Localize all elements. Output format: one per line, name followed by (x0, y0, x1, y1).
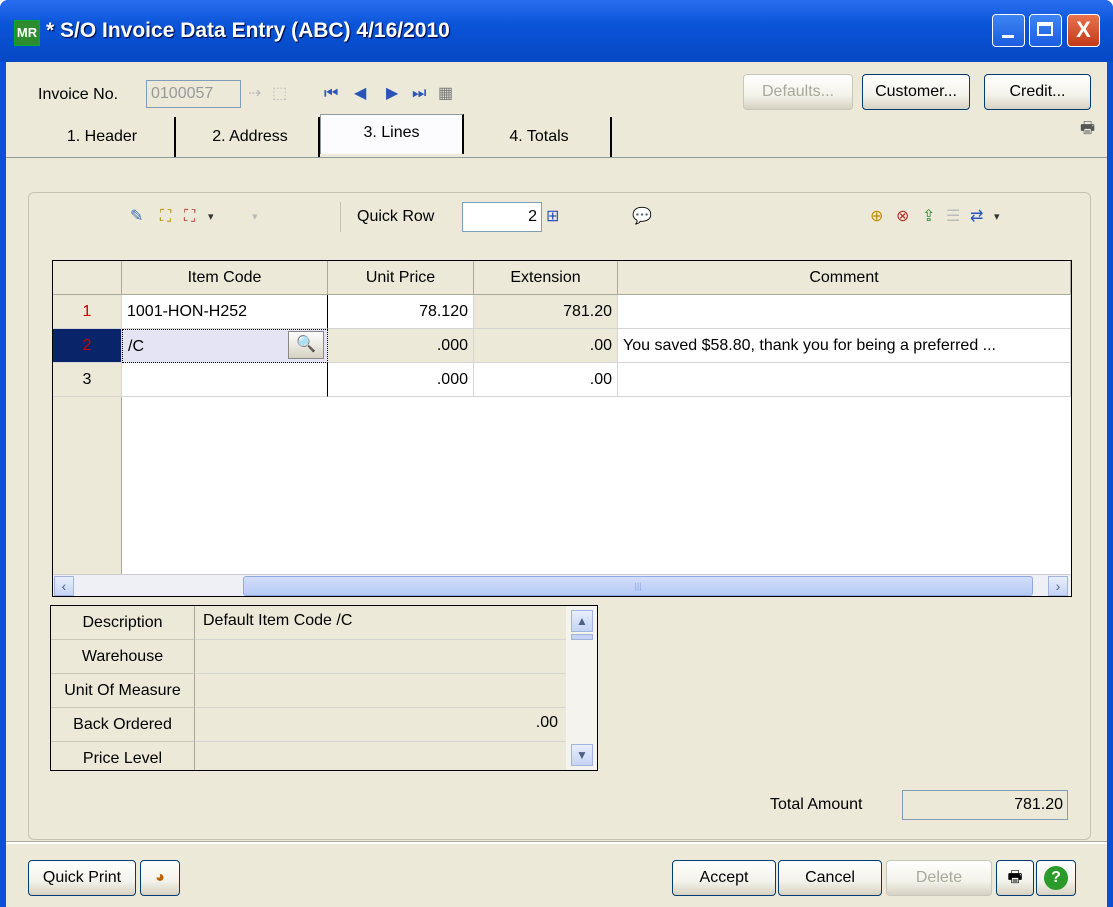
scroll-down-icon[interactable]: ▼ (571, 744, 593, 766)
extension-cell: 781.20 (474, 295, 618, 329)
disabled-dropdown-icon: ▾ (252, 211, 258, 223)
detail-label-back-ordered: Back Ordered (51, 708, 195, 742)
minimize-icon (1002, 35, 1014, 38)
lines-grid[interactable]: Item Code Unit Price Extension Comment 1… (52, 260, 1072, 597)
next-number-icon[interactable]: ⇢ (248, 84, 261, 104)
find-dropdown-icon[interactable]: ▾ (208, 207, 214, 227)
invoice-no-field[interactable]: 0100057 (146, 80, 241, 108)
item-lookup-icon[interactable]: 🔍 (288, 331, 324, 359)
edit-icon[interactable]: ✎ (130, 207, 143, 227)
window-client: Invoice No. 0100057 ⇢ ⬚ ⏮ ◀ ▶ ⏭ ▦ Defaul… (6, 62, 1107, 907)
maximize-button[interactable] (1029, 14, 1062, 47)
comment-cell[interactable] (618, 363, 1071, 397)
tab-totals[interactable]: 4. Totals (468, 117, 612, 157)
item-code-cell[interactable]: 1001-HON-H252 (122, 295, 328, 329)
detail-value-price-level (195, 742, 566, 770)
detail-value-description: Default Item Code /C (195, 606, 566, 640)
unit-price-cell[interactable]: .000 (328, 363, 474, 397)
delete-button[interactable]: Delete (886, 860, 992, 896)
detail-label-description: Description (51, 606, 195, 640)
row-number[interactable]: 3 (53, 363, 122, 397)
line-details-panel: Description Default Item Code /C Warehou… (50, 605, 598, 771)
close-button[interactable]: X (1067, 14, 1100, 47)
previous-record-icon[interactable]: ◀ (354, 84, 366, 104)
tab-divider (6, 157, 1107, 158)
details-scroll-thumb[interactable] (571, 634, 593, 640)
toolbar-separator (340, 202, 341, 232)
app-icon: MR (14, 20, 40, 46)
detail-label-price-level: Price Level (51, 742, 195, 770)
help-icon: ? (1044, 866, 1068, 890)
column-header-comment[interactable]: Comment (618, 261, 1071, 295)
quick-row-input[interactable]: 2 (462, 202, 542, 232)
delete-row-icon[interactable]: ⊗ (896, 207, 909, 227)
comment-cell[interactable] (618, 295, 1071, 329)
accept-button[interactable]: Accept (672, 860, 776, 896)
cancel-button[interactable]: Cancel (778, 860, 882, 896)
scroll-up-icon[interactable]: ▲ (571, 610, 593, 632)
maximize-icon (1037, 22, 1053, 36)
column-header-unit-price[interactable]: Unit Price (328, 261, 474, 295)
invoice-window: MR * S/O Invoice Data Entry (ABC) 4/16/2… (0, 0, 1113, 907)
detail-value-back-ordered: .00 (195, 708, 566, 742)
tab-header[interactable]: 1. Header (30, 117, 176, 157)
customer-button[interactable]: Customer... (862, 74, 970, 110)
total-amount-label: Total Amount (770, 796, 863, 813)
web-link-icon[interactable]: ◕ (140, 860, 180, 896)
detail-label-warehouse: Warehouse (51, 640, 195, 674)
unit-price-cell[interactable]: 78.120 (328, 295, 474, 329)
invoice-no-label: Invoice No. (38, 86, 119, 103)
column-header-extension[interactable]: Extension (474, 261, 618, 295)
move-row-down-icon: ☰ (946, 208, 961, 225)
quick-print-button[interactable]: Quick Print (28, 860, 136, 896)
comment-icon: 💬 (632, 208, 652, 225)
next-record-icon[interactable]: ▶ (386, 84, 398, 104)
credit-button[interactable]: Credit... (984, 74, 1091, 110)
title-bar[interactable]: MR * S/O Invoice Data Entry (ABC) 4/16/2… (0, 0, 1113, 62)
insert-row-icon[interactable]: ⊕ (870, 207, 883, 227)
help-button[interactable]: ? (1036, 860, 1076, 896)
column-header-item-code[interactable]: Item Code (122, 261, 328, 295)
minimize-button[interactable] (992, 14, 1025, 47)
first-record-icon[interactable]: ⏮ (324, 84, 338, 104)
printer-settings-icon[interactable]: 🖶 (1080, 119, 1095, 139)
scroll-left-icon[interactable]: ‹ (54, 576, 74, 596)
row-number-selected[interactable]: 2 (53, 329, 122, 363)
row-options-icon[interactable]: ⇄ (970, 207, 983, 227)
find-icon[interactable]: ⛶ (160, 207, 171, 227)
quick-row-label: Quick Row (357, 208, 435, 225)
grid-corner (53, 261, 122, 295)
find-next-icon[interactable]: ⛶ (184, 207, 195, 227)
scroll-right-icon[interactable]: › (1048, 576, 1068, 596)
item-code-cell[interactable] (122, 363, 328, 397)
horizontal-scrollbar[interactable]: ‹ ||| › (53, 574, 1071, 596)
unit-price-cell[interactable]: .000 (328, 329, 474, 363)
copy-icon[interactable]: ⬚ (272, 84, 287, 104)
scroll-thumb[interactable]: ||| (243, 576, 1033, 596)
detail-value-warehouse (195, 640, 566, 674)
calendar-icon[interactable]: ▦ (438, 84, 453, 104)
print-icon[interactable]: 🖶 (996, 860, 1034, 896)
detail-value-unit-of-measure (195, 674, 566, 708)
row-header-fill (53, 397, 122, 574)
row-options-dropdown-icon[interactable]: ▾ (994, 207, 1000, 227)
move-row-up-icon[interactable]: ⇪ (922, 207, 935, 227)
last-record-icon[interactable]: ⏭ (412, 84, 426, 104)
details-vertical-scrollbar[interactable]: ▲ ▼ (566, 606, 597, 770)
extension-cell: .00 (474, 329, 618, 363)
comment-cell[interactable]: You saved $58.80, thank you for being a … (618, 329, 1071, 363)
tab-address[interactable]: 2. Address (182, 117, 320, 157)
detail-label-unit-of-measure: Unit Of Measure (51, 674, 195, 708)
defaults-button[interactable]: Defaults... (743, 74, 853, 110)
footer-separator (6, 841, 1107, 844)
total-amount-field: 781.20 (902, 790, 1068, 820)
row-number[interactable]: 1 (53, 295, 122, 329)
tab-lines[interactable]: 3. Lines (320, 114, 464, 154)
go-to-row-icon[interactable]: ⊞ (546, 207, 559, 227)
extension-cell: .00 (474, 363, 618, 397)
window-title: * S/O Invoice Data Entry (ABC) 4/16/2010 (46, 19, 450, 42)
